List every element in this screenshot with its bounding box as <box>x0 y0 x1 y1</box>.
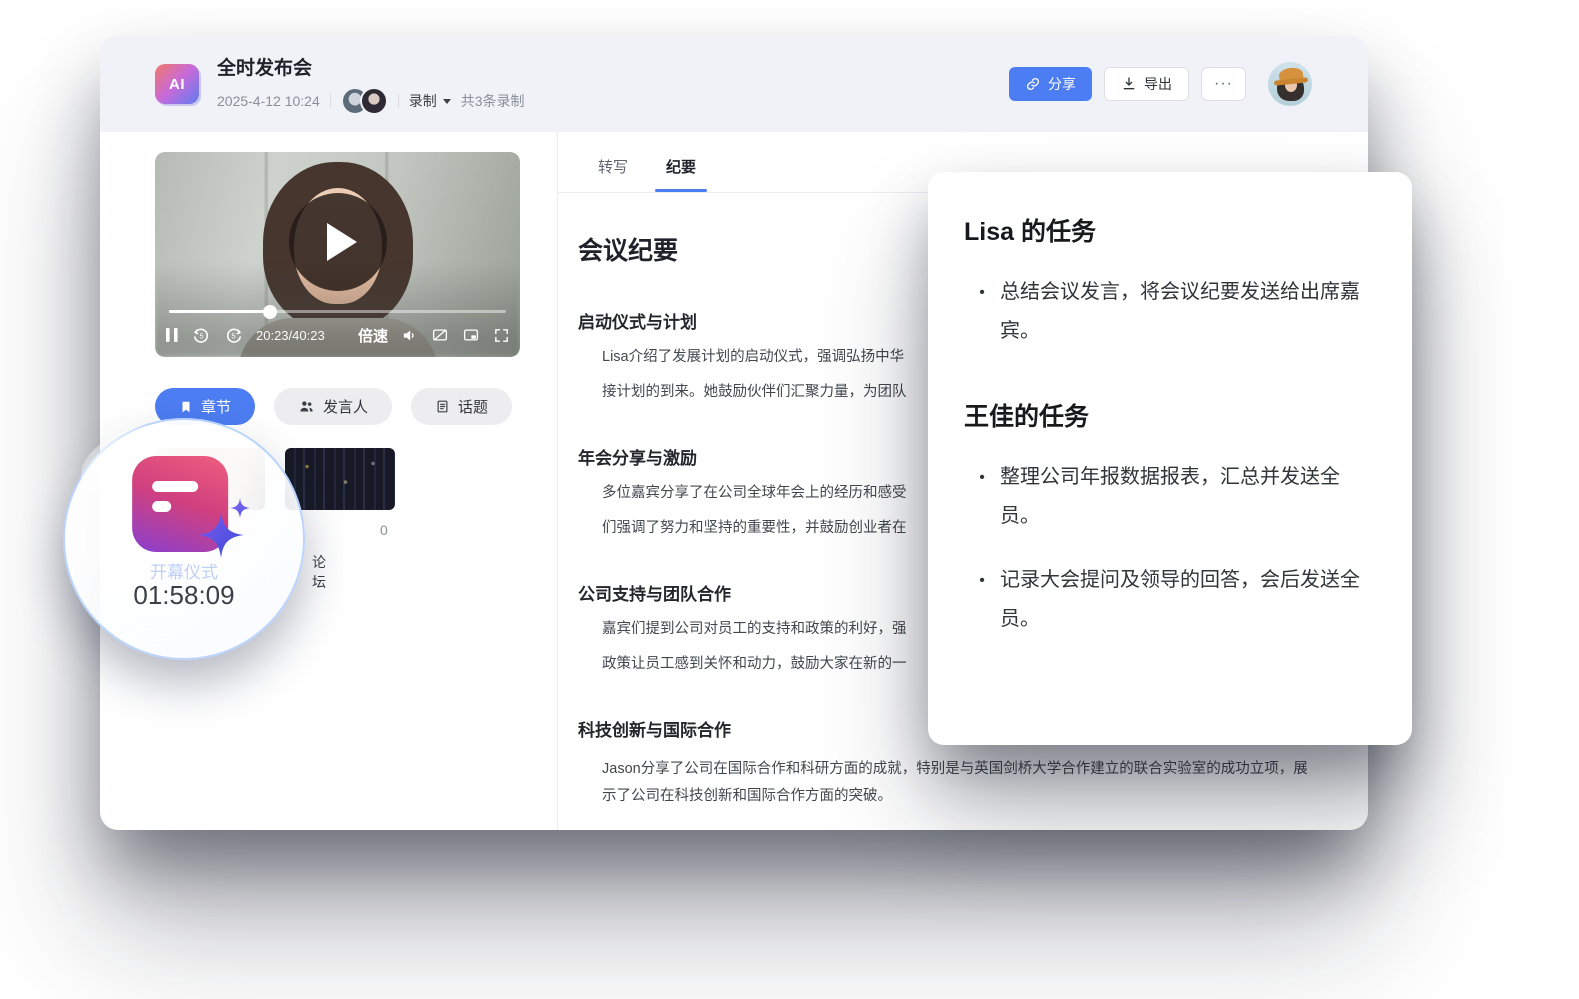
section-text: Jason分享了公司在国际合作和科研方面的成就，特别是与英国剑桥大学合作建立的联… <box>578 756 1322 810</box>
topics-pill[interactable]: 话题 <box>411 388 512 425</box>
progress-played <box>169 310 270 313</box>
video-time: 20:23/40:23 <box>256 328 325 343</box>
recordings-dropdown[interactable]: 录制 <box>409 91 451 111</box>
export-button[interactable]: 导出 <box>1104 67 1189 101</box>
chapter-thumbnail-2[interactable] <box>285 448 395 510</box>
export-button-label: 导出 <box>1144 74 1172 94</box>
task-group-title: 王佳的任务 <box>964 397 1372 433</box>
divider <box>398 94 399 108</box>
video-controls: 5 5 20:23/40:23 <box>165 320 510 350</box>
task-group: Lisa 的任务 总结会议发言，将会议纪要发送给出席嘉宾。 <box>964 212 1372 351</box>
task-item: 记录大会提问及领导的回答，会后发送全员。 <box>964 561 1372 639</box>
lens-timestamp: 01:58:09 <box>65 580 303 611</box>
tab-transcript[interactable]: 转写 <box>598 156 628 192</box>
mini-player-button[interactable] <box>462 326 480 344</box>
playback-speed-button[interactable]: 倍速 <box>358 325 388 346</box>
chapters-pill-label: 章节 <box>201 396 231 417</box>
window-header: AI 全时发布会 2025-4-12 10:24 录制 共3条录 <box>100 36 1368 132</box>
download-icon <box>1121 76 1137 92</box>
forward-5-button[interactable]: 5 <box>224 326 243 345</box>
tab-minutes[interactable]: 纪要 <box>666 156 696 192</box>
sparkle-icon <box>230 498 250 518</box>
recordings-count: 共3条录制 <box>461 91 525 111</box>
notebook-icon <box>435 399 450 414</box>
share-button[interactable]: 分享 <box>1009 67 1092 101</box>
people-icon <box>298 398 315 415</box>
chevron-down-icon <box>443 99 451 104</box>
task-item: 总结会议发言，将会议纪要发送给出席嘉宾。 <box>964 273 1372 351</box>
view-pills: 章节 发言人 <box>155 388 512 425</box>
app-logo-icon: AI <box>155 64 199 104</box>
task-item-text: 整理公司年报数据报表，汇总并发送全员。 <box>1000 458 1372 536</box>
sparkle-icon <box>198 512 244 558</box>
participant-avatars <box>341 87 388 115</box>
volume-icon[interactable] <box>401 327 418 344</box>
play-icon <box>327 223 357 261</box>
icon-text-bar <box>152 501 171 512</box>
play-button[interactable] <box>289 193 387 291</box>
task-item-text: 总结会议发言，将会议纪要发送给出席嘉宾。 <box>1000 273 1372 351</box>
divider <box>330 94 331 108</box>
meeting-subline: 2025-4-12 10:24 录制 共3条录制 <box>217 87 525 115</box>
topics-pill-label: 话题 <box>458 396 488 417</box>
chapter-2-time: 0 <box>380 522 388 538</box>
link-icon <box>1025 76 1041 92</box>
chapter-2-title: 论坛 <box>312 552 326 592</box>
meeting-title: 全时发布会 <box>217 53 525 80</box>
speakers-pill-label: 发言人 <box>323 396 368 417</box>
task-group: 王佳的任务 整理公司年报数据报表，汇总并发送全员。 记录大会提问及领导的回答，会… <box>964 397 1372 639</box>
video-progress-bar[interactable] <box>169 310 506 313</box>
task-item-text: 记录大会提问及领导的回答，会后发送全员。 <box>1000 561 1372 639</box>
task-item: 整理公司年报数据报表，汇总并发送全员。 <box>964 458 1372 536</box>
share-button-label: 分享 <box>1048 74 1076 94</box>
svg-text:5: 5 <box>232 332 236 340</box>
recordings-dropdown-label: 录制 <box>409 91 437 111</box>
speakers-pill[interactable]: 发言人 <box>274 388 392 425</box>
fullscreen-button[interactable] <box>493 327 510 344</box>
app-logo-text: AI <box>169 76 185 93</box>
pause-button[interactable] <box>165 327 179 343</box>
more-button[interactable]: ··· <box>1201 67 1246 101</box>
participant-avatar <box>360 87 388 115</box>
rewind-5-button[interactable]: 5 <box>192 326 211 345</box>
icon-text-bar <box>152 481 198 492</box>
title-block: 全时发布会 2025-4-12 10:24 录制 共3条录制 <box>217 53 525 115</box>
bookmark-icon <box>179 400 193 414</box>
task-card: Lisa 的任务 总结会议发言，将会议纪要发送给出席嘉宾。 王佳的任务 整理公司… <box>928 172 1412 745</box>
user-avatar[interactable] <box>1268 62 1312 106</box>
progress-knob[interactable] <box>263 305 277 319</box>
magnifier-lens: 开幕仪式 01:58:09 <box>63 418 305 660</box>
task-group-title: Lisa 的任务 <box>964 212 1372 248</box>
meeting-datetime: 2025-4-12 10:24 <box>217 93 320 109</box>
svg-text:5: 5 <box>200 332 204 340</box>
video-player[interactable]: 5 5 20:23/40:23 <box>155 152 520 357</box>
subtitles-off-button[interactable] <box>431 326 449 344</box>
